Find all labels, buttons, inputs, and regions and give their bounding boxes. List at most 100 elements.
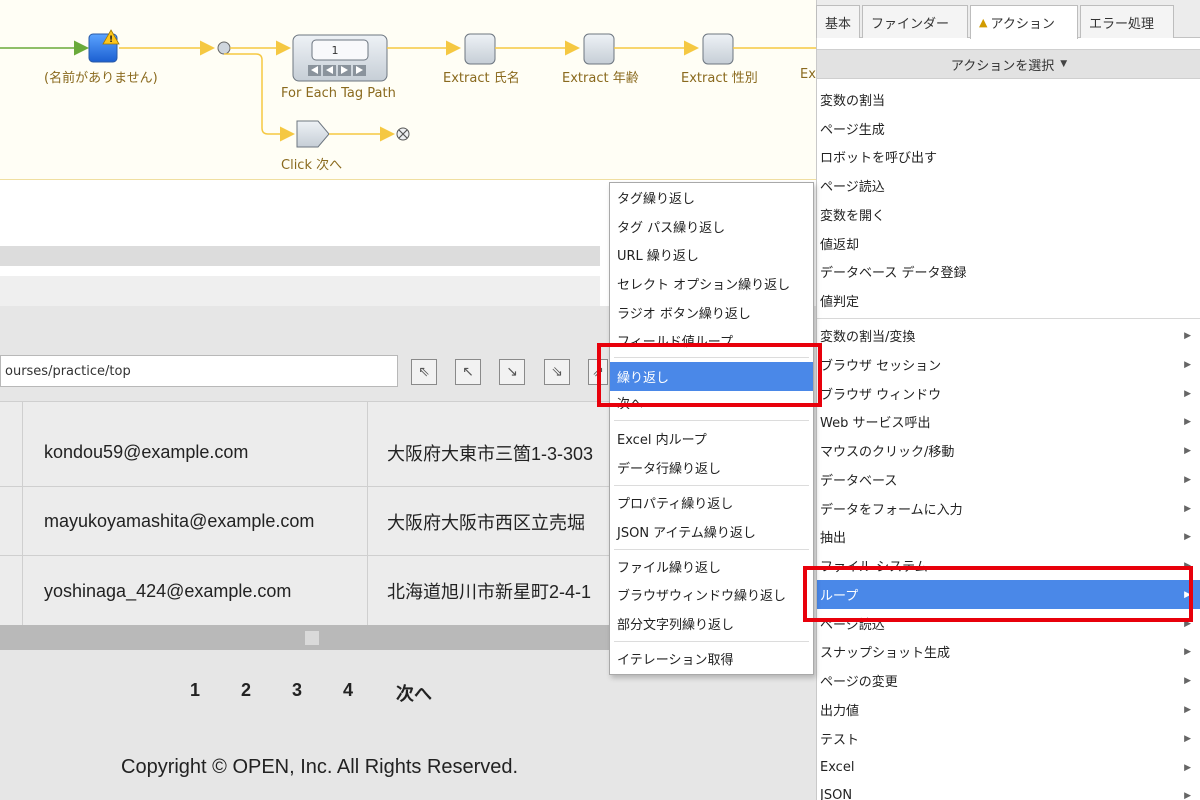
action-item[interactable]: ロボットを呼び出す [817, 142, 1200, 171]
action-category[interactable]: テスト ▶ [817, 724, 1200, 753]
tab-basic[interactable]: 基本 [816, 5, 860, 38]
menu-divider [614, 641, 809, 642]
tab-label: ファインダー [871, 16, 950, 32]
for-each-tag-path-label: For Each Tag Path [281, 86, 396, 101]
action-item[interactable]: データベース データ登録 [817, 257, 1200, 286]
tab-label: 基本 [825, 16, 852, 32]
branch-point-node[interactable] [217, 41, 231, 55]
click-next-node[interactable] [296, 120, 330, 148]
action-category[interactable]: Web サービス呼出 ▶ [817, 407, 1200, 436]
page-link-1[interactable]: 1 [190, 680, 200, 701]
submenu-item[interactable]: 部分文字列繰り返し [610, 609, 813, 638]
submenu-item[interactable]: URL 繰り返し [610, 240, 813, 269]
submenu-item[interactable]: タグ繰り返し [610, 183, 813, 212]
submenu-item[interactable]: JSON アイテム繰り返し [610, 517, 813, 546]
submenu-item[interactable]: ブラウザウィンドウ繰り返し [610, 580, 813, 609]
tab-error-handling[interactable]: エラー処理 [1080, 5, 1174, 38]
action-category[interactable]: マウスのクリック/移動 ▶ [817, 436, 1200, 465]
submenu-item[interactable]: プロパティ繰り返し [610, 488, 813, 517]
nav-down-right-button[interactable]: ↘ [499, 359, 525, 385]
action-category-label: ブラウザ セッション [820, 359, 942, 374]
nav-down-right-alt-button[interactable]: ⇘ [544, 359, 570, 385]
action-category-label: 抽出 [820, 531, 847, 546]
pagination: 1 2 3 4 次へ [0, 680, 612, 706]
panel-splitter[interactable] [0, 246, 600, 266]
tab-label: エラー処理 [1089, 16, 1155, 32]
extract-name-node[interactable] [464, 33, 496, 65]
chevron-right-icon: ▶ [1184, 790, 1191, 800]
scrollbar-thumb[interactable] [305, 631, 319, 645]
action-item-label: データベース データ登録 [820, 266, 967, 281]
page-link-next[interactable]: 次へ [396, 680, 432, 706]
action-category[interactable]: Excel ▶ [817, 753, 1200, 782]
action-category-label: Web サービス呼出 [820, 416, 931, 431]
chevron-right-icon: ▶ [1184, 646, 1191, 657]
action-item[interactable]: 変数の割当 [817, 85, 1200, 114]
table-row: mayukoyamashita@example.com 大阪府大阪市西区立売堀 [0, 488, 612, 556]
data-table: kondou59@example.com 大阪府大東市三箇1-3-303 may… [0, 401, 612, 625]
action-category[interactable]: データをフォームに入力 ▶ [817, 494, 1200, 523]
submenu-item[interactable]: セレクト オプション繰り返し [610, 269, 813, 298]
action-category[interactable]: ページの変更 ▶ [817, 666, 1200, 695]
submenu-item[interactable]: イテレーション取得 [610, 644, 813, 673]
action-category[interactable]: 出力値 ▶ [817, 695, 1200, 724]
chevron-right-icon: ▶ [1184, 762, 1191, 773]
submenu-item[interactable]: タグ パス繰り返し [610, 212, 813, 241]
extract-name-label: Extract 氏名 [443, 71, 520, 86]
action-item[interactable]: 値返却 [817, 229, 1200, 258]
action-category[interactable]: データベース ▶ [817, 465, 1200, 494]
nav-top-left-button[interactable]: ⇖ [411, 359, 437, 385]
action-item[interactable]: ページ読込 [817, 171, 1200, 200]
loop-counter-box [311, 39, 369, 61]
browser-toolbar [0, 276, 600, 306]
action-category[interactable]: スナップショット生成 ▶ [817, 637, 1200, 666]
url-input[interactable] [0, 355, 398, 387]
extract-age-node[interactable] [583, 33, 615, 65]
click-next-label: Click 次へ [281, 158, 343, 173]
chevron-right-icon: ▶ [1184, 733, 1191, 744]
submenu-item[interactable]: ラジオ ボタン繰り返し [610, 298, 813, 327]
chevron-right-icon: ▶ [1184, 675, 1191, 686]
tab-finder[interactable]: ファインダー [862, 5, 968, 38]
chevron-right-icon: ▶ [1184, 388, 1191, 399]
nav-down-right-alt-icon: ⇘ [551, 364, 563, 380]
submenu-item[interactable]: データ行繰り返し [610, 453, 813, 482]
nav-down-right-icon: ↘ [506, 364, 518, 380]
chevron-right-icon: ▶ [1184, 359, 1191, 370]
tab-action[interactable]: ▲ アクション [970, 5, 1078, 39]
action-category[interactable]: ブラウザ ウィンドウ ▶ [817, 379, 1200, 408]
table-row: kondou59@example.com 大阪府大東市三箇1-3-303 [0, 419, 612, 487]
menu-divider [614, 485, 809, 486]
action-item[interactable]: 変数を開く [817, 200, 1200, 229]
chevron-right-icon: ▶ [1184, 416, 1191, 427]
submenu-item[interactable]: ファイル繰り返し [610, 552, 813, 581]
submenu-item[interactable]: Excel 内ループ [610, 424, 813, 453]
address-cell: 大阪府大阪市西区立売堀 [387, 512, 585, 533]
horizontal-scrollbar[interactable] [0, 625, 612, 650]
action-item[interactable]: 値判定 [817, 286, 1200, 315]
action-item[interactable]: ページ生成 [817, 114, 1200, 143]
nav-up-left-button[interactable]: ↖ [455, 359, 481, 385]
workflow-graph: ! [0, 29, 816, 148]
page-link-4[interactable]: 4 [343, 680, 353, 701]
action-item-label: 値判定 [820, 295, 860, 310]
nav-top-left-icon: ⇖ [418, 364, 430, 380]
table-divider [22, 401, 23, 625]
extract-gender-node[interactable] [702, 33, 734, 65]
action-category[interactable]: ブラウザ セッション ▶ [817, 350, 1200, 379]
workflow-canvas[interactable]: ! (名前がありません) 1 For Each Tag Path Extract… [0, 0, 816, 180]
action-category[interactable]: JSON ▶ [817, 781, 1200, 800]
chevron-right-icon: ▶ [1184, 445, 1191, 456]
chevron-right-icon: ▶ [1184, 330, 1191, 341]
action-category-label: マウスのクリック/移動 [820, 445, 955, 460]
callout-repeat [597, 343, 822, 407]
unnamed-step-label: (名前がありません) [44, 71, 158, 86]
action-category[interactable]: 変数の割当/変換 ▶ [817, 321, 1200, 350]
page-link-2[interactable]: 2 [241, 680, 251, 701]
action-item-label: 値返却 [820, 238, 860, 253]
action-select-dropdown[interactable]: アクションを選択 ▼ [817, 49, 1200, 79]
action-category[interactable]: 抽出 ▶ [817, 522, 1200, 551]
page-link-3[interactable]: 3 [292, 680, 302, 701]
menu-divider [817, 318, 1200, 319]
warning-icon: ▲ [979, 16, 988, 29]
